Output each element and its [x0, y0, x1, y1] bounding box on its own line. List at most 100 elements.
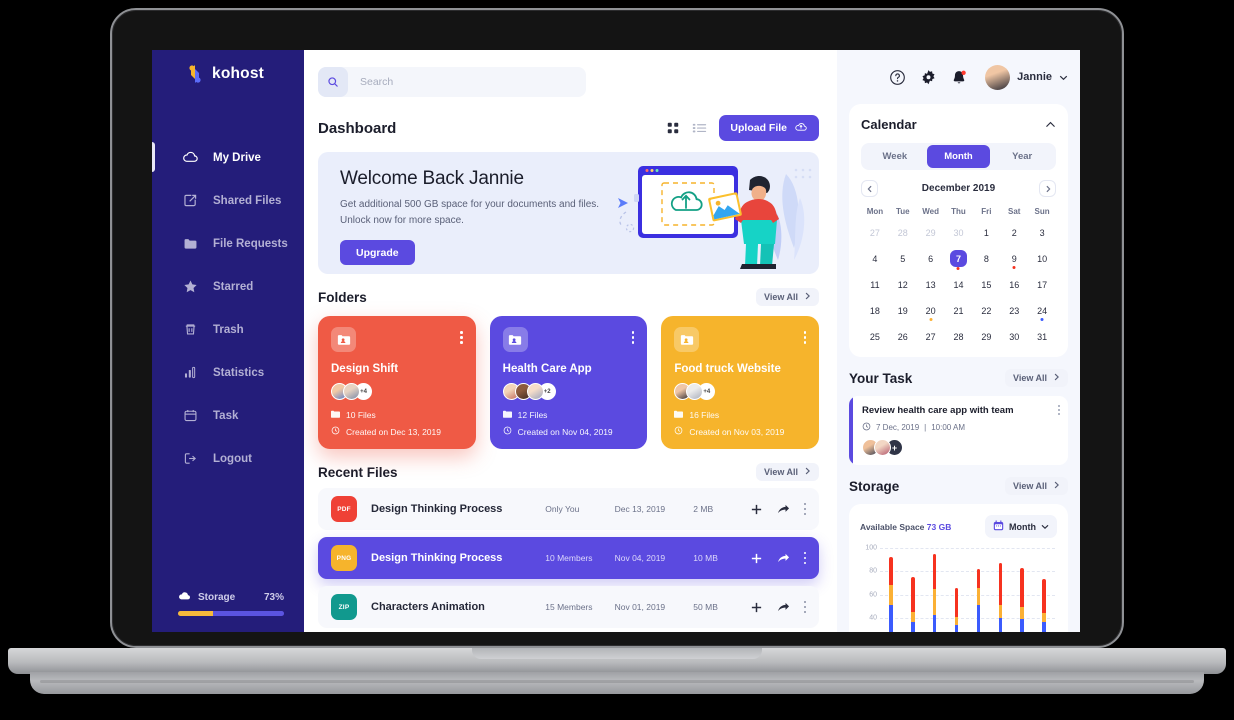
search-input[interactable]	[348, 76, 586, 88]
recent-files-view-all-button[interactable]: View All	[755, 463, 819, 481]
available-space-label: Available Space	[860, 521, 925, 532]
sidebar-item-starred[interactable]: Starred	[152, 265, 304, 308]
search-bar[interactable]	[318, 67, 586, 97]
calendar-day[interactable]: 19	[889, 301, 917, 320]
sidebar-item-statistics[interactable]: Statistics	[152, 351, 304, 394]
recent-files-header: Recent Files View All	[318, 463, 819, 481]
sidebar-item-logout[interactable]: Logout	[152, 437, 304, 480]
calendar-day[interactable]: 30	[1000, 327, 1028, 346]
calendar-day[interactable]: 18	[861, 301, 889, 320]
grid-view-icon[interactable]	[666, 121, 680, 135]
plus-icon[interactable]	[750, 503, 763, 516]
tab-month[interactable]: Month	[926, 145, 991, 168]
search-icon[interactable]	[318, 67, 348, 97]
share-icon[interactable]	[777, 601, 790, 613]
table-row[interactable]: PDF Design Thinking Process Only You Dec…	[318, 488, 819, 530]
calendar-day[interactable]: 3	[1028, 223, 1056, 242]
calendar-day[interactable]: 8	[972, 249, 1000, 268]
calendar-day[interactable]: 13	[917, 275, 945, 294]
calendar-day[interactable]: 21	[945, 301, 973, 320]
calendar-day[interactable]: 1	[972, 223, 1000, 242]
folder-card[interactable]: Design Shift +4 10 Files Created on Dec …	[318, 316, 476, 449]
calendar-day[interactable]: 16	[1000, 275, 1028, 294]
calendar-day[interactable]: 28	[945, 327, 973, 346]
folders-view-all-button[interactable]: View All	[755, 288, 819, 306]
list-view-icon[interactable]	[692, 121, 707, 135]
calendar-day[interactable]: 22	[972, 301, 1000, 320]
calendar-day[interactable]: 29	[972, 327, 1000, 346]
tab-week[interactable]: Week	[863, 145, 927, 168]
table-row[interactable]: ZIP Characters Animation 15 Members Nov …	[318, 586, 819, 628]
folder-more-icon[interactable]	[460, 327, 463, 344]
sidebar-item-trash[interactable]: Trash	[152, 308, 304, 351]
calendar-day[interactable]: 11	[861, 275, 889, 294]
user-menu[interactable]: Jannie	[985, 64, 1068, 90]
chevron-up-icon[interactable]	[1045, 115, 1056, 133]
sidebar-item-file-requests[interactable]: File Requests	[152, 222, 304, 265]
calendar-day[interactable]: 9	[1000, 249, 1028, 269]
sidebar-item-label: Trash	[213, 323, 244, 336]
task-view-all-button[interactable]: View All	[1004, 369, 1068, 387]
calendar-day[interactable]: 27	[917, 327, 945, 346]
calendar-day[interactable]: 20	[917, 301, 945, 321]
table-row[interactable]: PNG Design Thinking Process 10 Members N…	[318, 537, 819, 579]
calendar-day[interactable]: 15	[972, 275, 1000, 294]
chart-plot-area	[880, 548, 1055, 632]
folder-more-icon[interactable]	[631, 327, 635, 344]
upload-file-button[interactable]: Upload File	[719, 115, 819, 141]
help-circle-icon[interactable]	[889, 69, 906, 86]
plus-icon[interactable]	[750, 552, 763, 565]
calendar-day[interactable]: 4	[861, 249, 889, 268]
sidebar-item-task[interactable]: Task	[152, 394, 304, 437]
calendar-day[interactable]: 27	[861, 223, 889, 242]
calendar-day-selected[interactable]: 7	[945, 249, 973, 270]
calendar-day[interactable]: 26	[889, 327, 917, 346]
calendar-day[interactable]: 17	[1028, 275, 1056, 294]
tab-year[interactable]: Year	[990, 145, 1054, 168]
sidebar-item-label: Shared Files	[213, 194, 282, 207]
calendar-day[interactable]: 23	[1000, 301, 1028, 320]
clock-icon	[674, 426, 683, 437]
plus-icon[interactable]	[750, 601, 763, 614]
chart-bar-apr	[946, 548, 968, 632]
file-date: Nov 04, 2019	[614, 553, 666, 563]
folder-card[interactable]: Health Care App +2 12 Files Created on N…	[489, 316, 648, 449]
calendar-day[interactable]: 29	[917, 223, 945, 242]
row-more-icon[interactable]	[803, 551, 807, 565]
folder-card[interactable]: Food truck Website +4 16 Files Created o…	[661, 316, 820, 449]
sidebar-item-my-drive[interactable]: My Drive	[152, 136, 304, 179]
share-icon[interactable]	[777, 552, 790, 564]
y-tick: 80	[869, 567, 877, 575]
calendar-day[interactable]: 31	[1028, 327, 1056, 346]
sidebar-storage: Storage 73%	[152, 590, 304, 632]
bell-icon[interactable]	[951, 69, 967, 86]
chevron-left-icon[interactable]	[861, 180, 878, 197]
calendar-day[interactable]: 12	[889, 275, 917, 294]
gear-icon[interactable]	[920, 69, 937, 86]
calendar-day[interactable]: 6	[917, 249, 945, 268]
storage-view-all-button[interactable]: View All	[1004, 477, 1068, 495]
folder-files-label: 12 Files	[517, 410, 548, 420]
weekday-label: Fri	[981, 207, 992, 216]
chevron-right-icon[interactable]	[1039, 180, 1056, 197]
row-more-icon[interactable]	[803, 600, 807, 614]
calendar-day[interactable]: 14	[945, 275, 973, 294]
storage-period-selector[interactable]: Month	[985, 515, 1057, 538]
row-more-icon[interactable]	[803, 502, 807, 516]
calendar-day[interactable]: 28	[889, 223, 917, 242]
file-size: 50 MB	[693, 602, 718, 612]
calendar-day[interactable]: 10	[1028, 249, 1056, 268]
calendar-day[interactable]: 24	[1028, 301, 1056, 321]
calendar-day[interactable]: 5	[889, 249, 917, 268]
task-card[interactable]: Review health care app with team 7 Dec, …	[849, 396, 1068, 465]
calendar-day[interactable]: 2	[1000, 223, 1028, 242]
brand[interactable]: kohost	[152, 50, 304, 84]
task-more-icon[interactable]	[1058, 405, 1060, 415]
folder-more-icon[interactable]	[803, 327, 807, 344]
task-time: 10:00 AM	[931, 423, 966, 432]
calendar-day[interactable]: 30	[945, 223, 973, 242]
share-icon[interactable]	[777, 503, 790, 515]
calendar-day[interactable]: 25	[861, 327, 889, 346]
upgrade-button[interactable]: Upgrade	[340, 240, 415, 265]
sidebar-item-shared-files[interactable]: Shared Files	[152, 179, 304, 222]
